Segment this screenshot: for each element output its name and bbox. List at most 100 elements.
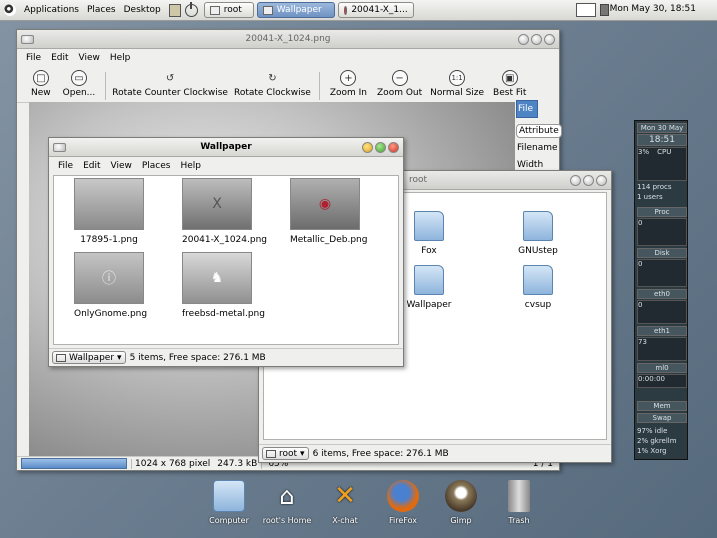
folder-icon [523,211,553,241]
task-button-root[interactable]: root [203,2,254,18]
maximize-button[interactable] [583,175,594,186]
maximize-button[interactable] [531,34,542,45]
viewer-title: 20041-X_1024.png [245,34,331,44]
folder-cvsup[interactable]: cvsup [508,265,568,310]
close-button[interactable] [388,142,399,153]
toolbar-separator [105,72,107,100]
folder-icon [523,265,553,295]
normal-size-button[interactable]: 1:1 Normal Size [426,70,488,98]
dock-xchat[interactable]: ✕ X-chat [316,480,374,525]
task-button-image-viewer[interactable]: 20041-X_1... [337,2,414,18]
menu-help[interactable]: Help [175,161,206,171]
width-row: Width [517,160,544,170]
menu-places[interactable]: Places [137,161,176,171]
desktop-dock: Computer ⌂ root's Home ✕ X-chat FireFox Gi… [200,480,548,525]
new-icon: □ [32,70,49,86]
file-freebsd-metal[interactable]: ♞ freebsd-metal.png [182,252,265,319]
close-button[interactable] [596,175,607,186]
desktop-menu[interactable]: Desktop [120,5,165,15]
file-label: 17895-1.png [80,235,138,245]
folder-fox[interactable]: Fox [399,211,459,256]
dock-trash[interactable]: Trash [490,480,548,525]
gk-swap-meter: Swap [637,413,687,423]
folder-label: GNUstep [518,246,558,256]
location-label: Wallpaper [69,352,115,363]
task-label: 20041-X_1... [351,5,408,15]
gk-ml0-graph: 0:00:00 [637,374,687,388]
zoom-out-button[interactable]: − Zoom Out [373,70,426,98]
image-dimensions: 1024 x 768 pixel [131,458,213,469]
attribute-header[interactable]: Attribute [516,124,562,138]
normal-size-icon: 1:1 [449,70,466,86]
location-dropdown[interactable]: Wallpaper ▾ [52,351,126,364]
new-button[interactable]: □ New [25,70,57,98]
file-17895-1[interactable]: 17895-1.png [74,178,144,245]
file-20041-x[interactable]: X 20041-X_1024.png [182,178,267,245]
notes-launcher-icon[interactable] [168,3,181,17]
power-icon[interactable] [184,1,198,17]
gk-mem-meter: Mem [637,401,687,411]
new-label: New [31,88,51,98]
dock-gimp[interactable]: Gimp [432,480,490,525]
folder-wallpaper[interactable]: Wallpaper [399,265,459,310]
task-button-wallpaper[interactable]: Wallpaper [256,2,335,18]
trash-icon [508,480,530,512]
gk-ml0-header: ml0 [637,363,687,373]
best-fit-button[interactable]: ▣ Best Fit [488,70,531,98]
wallpaper-icon-view[interactable]: 17895-1.png X 20041-X_1024.png ◉ Metallic_… [53,175,399,345]
folder-label: Fox [421,246,437,256]
home-icon: ⌂ [279,482,295,510]
computer-icon [213,480,245,512]
minimize-button[interactable] [570,175,581,186]
window-menu-button[interactable] [21,35,34,44]
folder-icon [414,265,444,295]
rotate-cw-button[interactable]: ↻ Rotate Clockwise [230,70,315,99]
panel-menus: Applications Places Desktop [0,0,165,21]
applications-menu[interactable]: Applications [20,5,83,15]
folder-gnustep[interactable]: GNUstep [508,211,568,256]
dock-home[interactable]: ⌂ root's Home [258,480,316,525]
file-label: freebsd-metal.png [182,309,265,319]
gnome-foot-icon[interactable] [4,4,16,16]
minimize-button[interactable] [362,142,373,153]
x-logo-thumbnail: X [182,178,252,230]
gimp-icon [445,480,477,512]
task-label: root [223,5,242,15]
menu-edit[interactable]: Edit [78,161,105,171]
maximize-button[interactable] [375,142,386,153]
folder-icon [414,211,444,241]
gk-eth0-graph: 0 [637,300,687,324]
viewer-titlebar[interactable]: 20041-X_1024.png [17,30,559,49]
menu-view[interactable]: View [106,161,137,171]
sidebar-tab-file[interactable]: File [516,100,538,118]
gk-cpu-pct: 3% [638,148,650,156]
xchat-icon: ✕ [334,481,356,511]
open-button[interactable]: ▭ Open... [57,70,102,98]
normal-size-label: Normal Size [430,88,485,98]
menu-view[interactable]: View [74,53,105,63]
panel-clock[interactable]: Mon May 30, 18:51 [610,4,696,14]
menu-file[interactable]: File [53,161,78,171]
menu-help[interactable]: Help [105,53,136,63]
gk-proc-graph: 0 [637,218,687,246]
minimize-button[interactable] [518,34,529,45]
places-menu[interactable]: Places [83,5,120,15]
file-label: OnlyGnome.png [74,309,148,319]
menu-file[interactable]: File [21,53,46,63]
network-monitor-icon[interactable] [576,3,596,17]
gk-top-idle: 97% idle [637,427,668,435]
close-button[interactable] [544,34,555,45]
rotate-ccw-button[interactable]: ↺ Rotate Counter Clockwise [110,70,230,99]
file-metallic-deb[interactable]: ◉ Metallic_Deb.png [290,178,367,245]
wallpaper-titlebar[interactable]: Wallpaper [49,138,403,157]
location-dropdown[interactable]: root ▾ [262,447,309,460]
dock-computer[interactable]: Computer [200,480,258,525]
window-menu-button[interactable] [53,143,66,152]
apple-logo-thumbnail [74,178,144,230]
file-onlygnome[interactable]: ⓘ OnlyGnome.png [74,252,148,319]
dock-firefox[interactable]: FireFox [374,480,432,525]
menu-edit[interactable]: Edit [46,53,73,63]
wallpaper-menubar: File Edit View Places Help [49,157,403,175]
root-title: root [409,175,428,185]
zoom-in-button[interactable]: + Zoom In [324,70,373,98]
